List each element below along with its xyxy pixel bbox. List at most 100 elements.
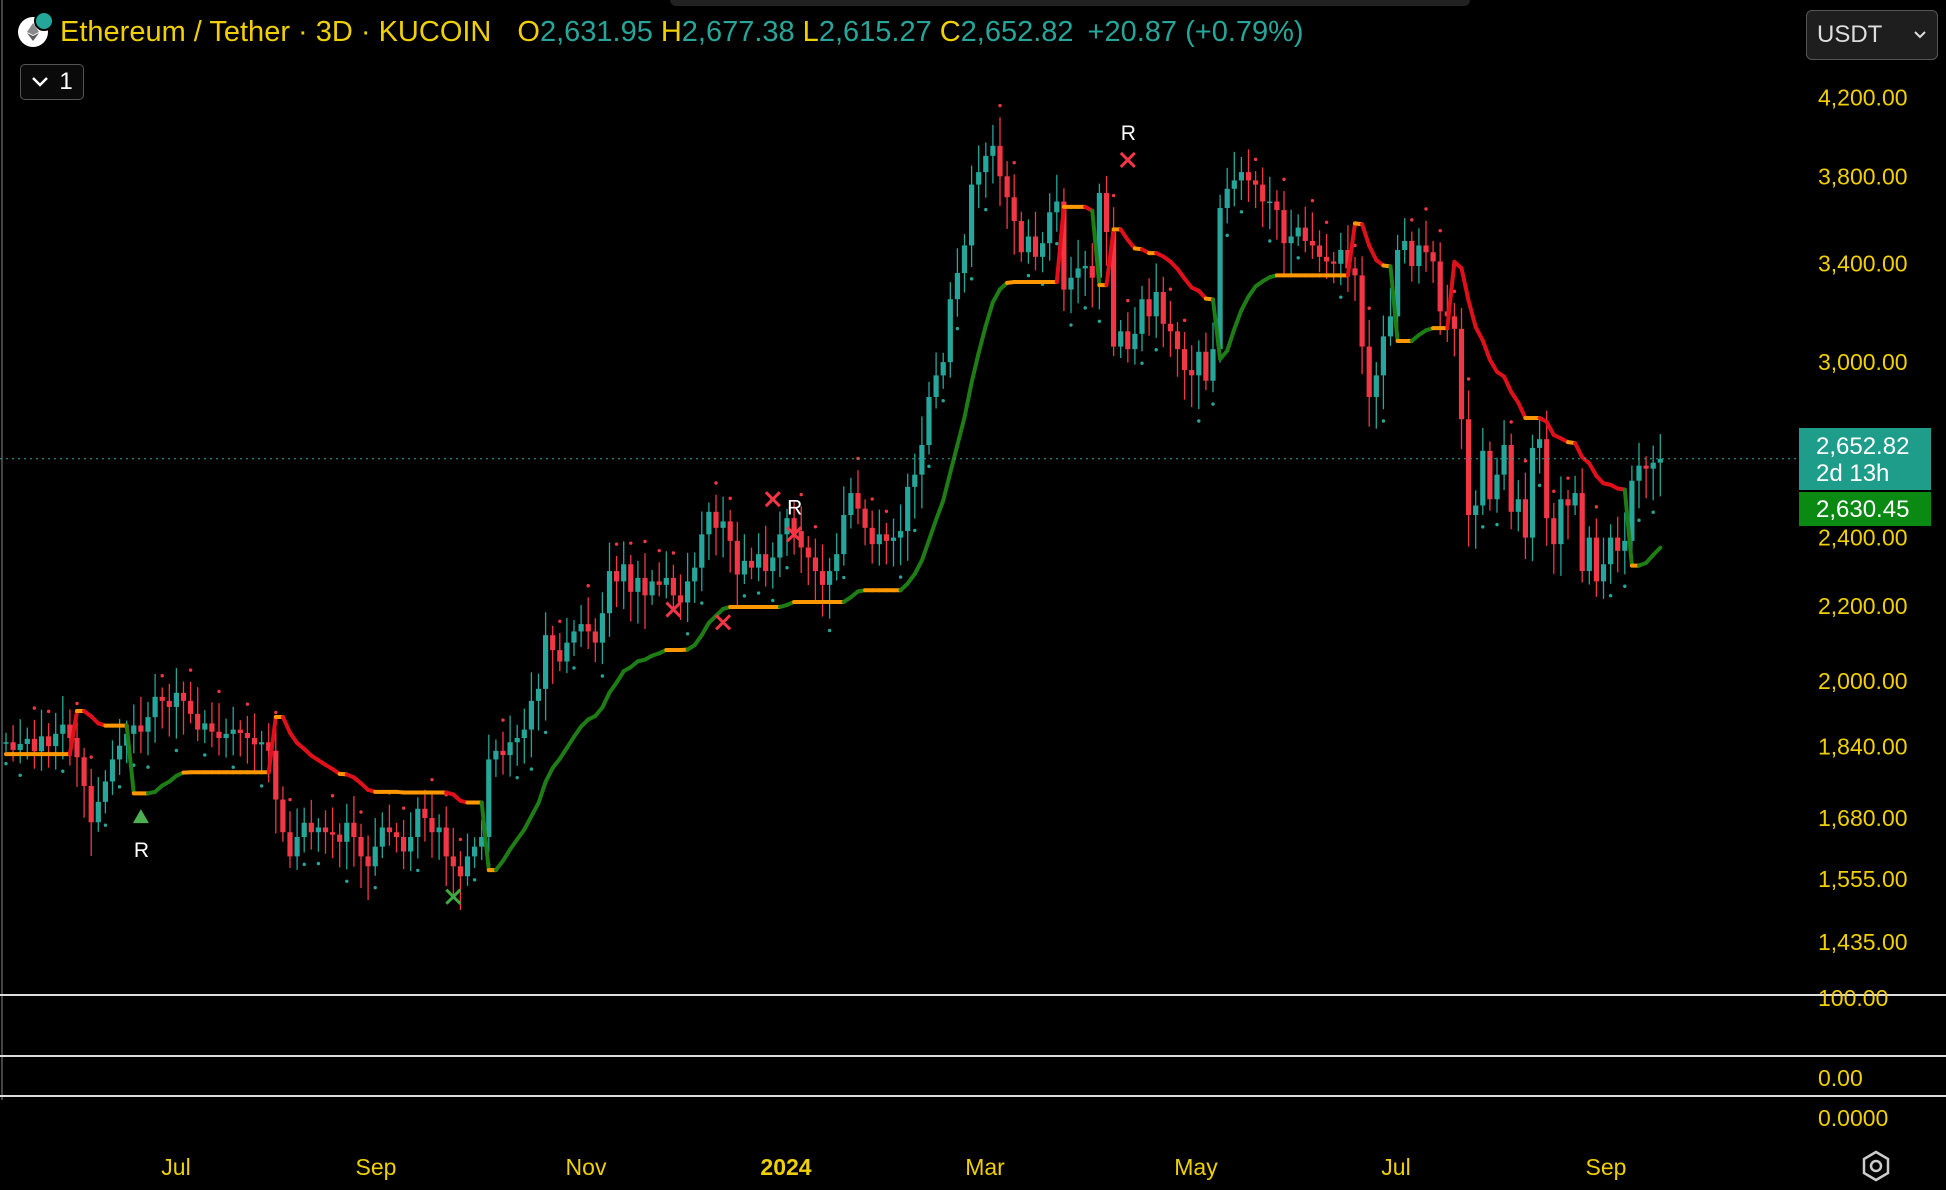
signal-marker: R: [1119, 122, 1136, 168]
dot-marker: [756, 591, 761, 595]
close-value: 2,652.82: [960, 15, 1074, 48]
candle: [1267, 176, 1273, 243]
dot-marker: [629, 541, 633, 545]
candle: [699, 511, 705, 605]
x-tick-label: 2024: [760, 1154, 811, 1180]
candle: [1352, 243, 1358, 301]
dot-marker: [586, 584, 590, 588]
candle: [869, 497, 875, 564]
candle: [1522, 459, 1528, 560]
candle: [251, 713, 258, 772]
candle: [1402, 218, 1408, 264]
candle: [1281, 177, 1287, 275]
candle: [855, 456, 861, 525]
trend-segment: [1480, 338, 1492, 362]
candle: [386, 791, 392, 846]
candle: [1366, 306, 1372, 427]
candle: [919, 416, 925, 509]
indicator-pane-axis: 100.00 0.00 0.0000: [1818, 985, 1888, 1131]
candle: [954, 248, 960, 331]
candle: [1068, 256, 1074, 327]
candle: [670, 551, 676, 611]
candle: [344, 803, 350, 883]
candle: [1515, 480, 1521, 532]
candle: [1593, 505, 1599, 597]
price-chart[interactable]: R R R 4,200.00 3,800.00 3,400.00 3,000.00 2,40…: [0, 0, 1946, 1190]
candle: [912, 453, 918, 533]
candle: [1160, 276, 1166, 348]
trend-segment: [1487, 357, 1499, 374]
settings-icon[interactable]: [1858, 1148, 1894, 1184]
dot-marker: [75, 701, 79, 706]
candle: [109, 740, 116, 795]
symbol-title[interactable]: Ethereum / Tether · 3D · KUCOIN: [60, 16, 491, 49]
trend-segment: [934, 498, 946, 522]
trend-segment: [990, 287, 1002, 305]
candle: [812, 525, 818, 601]
dot-marker: [1055, 241, 1059, 246]
candle: [528, 672, 534, 771]
candle: [741, 534, 747, 598]
candle: [1139, 285, 1145, 365]
candle: [1480, 427, 1486, 529]
candle: [543, 612, 549, 735]
dot-marker: [1537, 483, 1542, 488]
trend-segment: [948, 442, 960, 475]
candle: [173, 668, 179, 753]
signal-marker: R: [132, 809, 149, 862]
ethereum-logo-icon: [18, 11, 54, 47]
dot-marker: [728, 496, 732, 501]
indicator-legend-toggle[interactable]: 1: [20, 64, 84, 100]
candle: [1089, 243, 1095, 308]
dot-marker: [1438, 228, 1442, 233]
candle: [1196, 340, 1202, 423]
candle: [1451, 289, 1457, 357]
candle: [642, 539, 648, 630]
candle: [159, 674, 165, 729]
dot-marker: [742, 594, 747, 598]
y-tick-label: 1,555.00: [1818, 866, 1908, 892]
dot-marker: [345, 879, 349, 883]
dot-marker: [1367, 306, 1371, 310]
candle: [628, 541, 634, 622]
dot-marker: [984, 207, 988, 212]
candle: [1373, 362, 1379, 429]
candle: [1331, 252, 1337, 284]
dot-marker: [1268, 239, 1272, 243]
candle: [770, 542, 776, 603]
currency-value: USDT: [1817, 21, 1883, 48]
candle: [1508, 420, 1514, 530]
price-label-value: 2,652.82: [1816, 433, 1909, 460]
candle: [308, 799, 314, 850]
signal-marker: [764, 491, 781, 508]
trend-segment: [1587, 461, 1599, 478]
dot-marker: [1410, 218, 1414, 222]
chevron-down-icon: [1914, 31, 1926, 39]
dot-marker: [827, 628, 832, 633]
candle: [926, 381, 932, 469]
signal-label: R: [1121, 122, 1136, 145]
candle: [1416, 228, 1422, 284]
pane-tick-label: 0.00: [1818, 1065, 1863, 1091]
time-axis[interactable]: Jul Sep Nov 2024 Mar May Jul Sep: [161, 1154, 1626, 1180]
candle: [493, 739, 499, 777]
candle: [372, 818, 378, 890]
candle: [599, 592, 605, 678]
candle: [1118, 319, 1124, 359]
dot-marker: [714, 481, 718, 485]
candle: [1238, 156, 1244, 214]
dot-marker: [1637, 518, 1641, 522]
dot-marker: [898, 575, 903, 579]
candle: [1125, 298, 1131, 363]
candle: [443, 793, 449, 887]
candle: [1054, 174, 1060, 246]
candle: [656, 548, 662, 597]
candle: [763, 525, 769, 587]
candle: [1189, 345, 1195, 408]
candle: [1075, 239, 1081, 304]
currency-selector[interactable]: USDT: [1806, 10, 1938, 60]
candle: [1600, 537, 1607, 599]
open-label: O: [517, 15, 540, 48]
candle: [1650, 445, 1656, 514]
trend-segment: [976, 323, 988, 355]
